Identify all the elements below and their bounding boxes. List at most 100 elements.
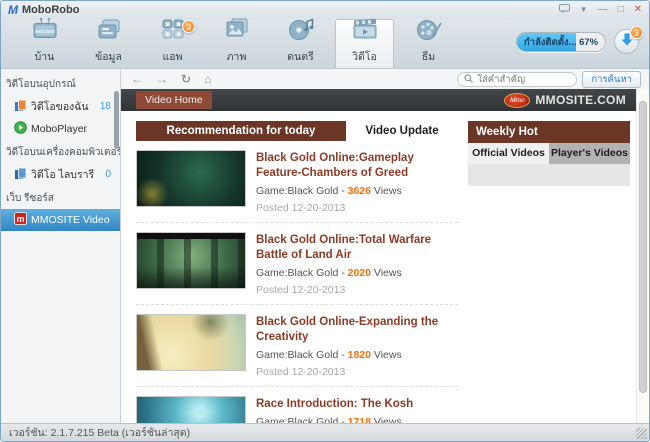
video-library-icon	[14, 167, 27, 183]
video-posted-date: Posted 12-20-2013	[256, 202, 346, 214]
video-home-tab[interactable]: Video Home	[136, 91, 212, 109]
nav-tab-music[interactable]: ดนตรี	[271, 16, 330, 68]
video-thumbnail[interactable]	[136, 150, 246, 207]
maximize-button[interactable]: □	[618, 5, 624, 15]
menu-dropdown-icon[interactable]: ▼	[580, 6, 588, 14]
toolbar-nav-icons: ← → ↻ ⌂	[131, 73, 211, 85]
video-title-link[interactable]: Black Gold Online:Gameplay Feature-Chamb…	[256, 151, 458, 181]
mmosite-logo-text: MMOSITE.COM	[535, 93, 626, 107]
home-icon[interactable]: ⌂	[204, 73, 211, 85]
data-cards-icon	[94, 16, 124, 47]
nav-tab-photos[interactable]: ภาพ	[207, 16, 266, 68]
video-thumbnail[interactable]	[136, 232, 246, 289]
content-area: ← → ↻ ⌂ การค้นหา Video	[121, 69, 649, 423]
page-scrollbar[interactable]	[636, 89, 649, 423]
weekly-hot-body	[468, 164, 630, 186]
video-views-count: 1718	[347, 416, 371, 423]
photos-icon	[222, 16, 252, 47]
nav-tab-home[interactable]: welcome บ้าน	[15, 16, 74, 68]
nav-tab-label: ข้อมูล	[95, 51, 122, 63]
video-title-link[interactable]: Black Gold Online:Total Warfare Battle o…	[256, 233, 458, 263]
weekly-hot-tabs: Official Videos Player's Videos	[468, 143, 630, 164]
video-list-item: Black Gold Online-Expanding the Creativi…	[136, 305, 458, 387]
sidebar-section-device-videos: วิดีโอบนอุปกรณ์	[6, 79, 76, 90]
sidebar-item-mmosite-video[interactable]: m MMOSITE Video	[1, 209, 120, 231]
music-disc-icon	[286, 16, 316, 47]
download-queue-button[interactable]: 3	[614, 26, 643, 54]
video-title-link[interactable]: Black Gold Online-Expanding the Creativi…	[256, 315, 458, 345]
page-body: Recommendation for today Video Update Bl…	[121, 111, 636, 423]
sidebar-item-label: วิดีโอ ไลบรารี	[31, 169, 95, 181]
video-posted-date: Posted 12-20-2013	[256, 284, 346, 296]
mmosite-logo[interactable]: Mmo MMOSITE.COM	[504, 92, 626, 108]
search-input[interactable]	[477, 73, 571, 85]
video-info: Black Gold Online:Total Warfare Battle o…	[256, 232, 458, 296]
weekly-hot-title: Weekly Hot	[468, 121, 630, 143]
weekly-hot-panel: Weekly Hot Official Videos Player's Vide…	[468, 121, 630, 423]
minimize-button[interactable]: —	[598, 5, 608, 15]
video-game-line: Game:Black Gold - 3626 Views	[256, 185, 402, 197]
sidebar-item-label: วิดีโอของฉัน	[31, 101, 89, 113]
forward-icon[interactable]: →	[156, 73, 168, 85]
refresh-icon[interactable]: ↻	[181, 73, 191, 85]
sidebar-item-count: 0	[105, 169, 111, 180]
device-videos-icon	[14, 99, 27, 115]
search-area: การค้นหา	[457, 70, 641, 88]
install-progress-bar[interactable]: กำลังติดตั้ง... 67%	[516, 31, 606, 52]
moboplayer-icon	[14, 121, 27, 137]
video-list-item: Black Gold Online:Total Warfare Battle o…	[136, 223, 458, 305]
main-area: วิดีโอบนอุปกรณ์ วิดีโอของฉัน 18 MoboPlay…	[1, 69, 649, 423]
install-progress-label: กำลังติดตั้ง... 67%	[523, 36, 599, 48]
site-header-bar: Video Home Mmo MMOSITE.COM	[121, 89, 636, 111]
statusbar: เวอร์ชัน: 2.1.7.215 Beta (เวอร์ชันล่าสุด…	[1, 423, 649, 441]
sidebar-section-web-resources: เว็บ รีซอร์ส	[6, 193, 54, 204]
sidebar-item-moboplayer[interactable]: MoboPlayer	[1, 118, 120, 140]
sidebar: วิดีโอบนอุปกรณ์ วิดีโอของฉัน 18 MoboPlay…	[1, 69, 121, 423]
mmosite-logo-icon: Mmo	[504, 92, 531, 108]
app-title: MoboRobo	[22, 4, 80, 16]
nav-tabs: welcome บ้าน ข้อมูล แอพ 3 ภาพ ดนตรี วิดี…	[15, 16, 458, 68]
theme-palette-icon	[414, 16, 444, 47]
nav-tab-video[interactable]: วิดีโอ	[335, 16, 394, 68]
navbar: welcome บ้าน ข้อมูล แอพ 3 ภาพ ดนตรี วิดี…	[1, 16, 649, 69]
sidebar-item-my-videos[interactable]: วิดีโอของฉัน 18	[1, 95, 120, 118]
download-badge: 3	[630, 26, 643, 39]
nav-tab-label: บ้าน	[34, 51, 55, 63]
video-info: Race Introduction: The Kosh Game:Black G…	[256, 396, 458, 423]
nav-tab-label: วิดีโอ	[352, 51, 377, 63]
video-views-count: 1820	[347, 349, 371, 361]
resize-grip[interactable]	[636, 428, 647, 439]
video-list-item: Black Gold Online:Gameplay Feature-Chamb…	[136, 141, 458, 223]
nav-tab-label: ภาพ	[226, 51, 247, 63]
search-button[interactable]: การค้นหา	[582, 70, 641, 88]
tab-players-videos[interactable]: Player's Videos	[549, 143, 630, 164]
version-text: เวอร์ชัน: 2.1.7.215 Beta (เวอร์ชันล่าสุด…	[9, 427, 191, 439]
apps-grid-icon	[158, 16, 188, 47]
close-button[interactable]: ✕	[634, 5, 642, 15]
feedback-icon[interactable]	[558, 3, 570, 17]
browser-toolbar: ← → ↻ ⌂ การค้นหา	[121, 69, 649, 89]
video-thumbnail[interactable]	[136, 396, 246, 423]
video-title-link[interactable]: Race Introduction: The Kosh	[256, 397, 458, 412]
video-game-line: Game:Black Gold - 2020 Views	[256, 267, 402, 279]
sidebar-scrollbar[interactable]	[114, 91, 119, 149]
svg-text:m: m	[16, 214, 24, 224]
search-icon	[464, 70, 474, 88]
tab-video-update[interactable]: Video Update	[346, 121, 458, 141]
tab-official-videos[interactable]: Official Videos	[468, 143, 549, 164]
page-scrollbar-thumb[interactable]	[639, 101, 647, 393]
video-clapper-icon	[350, 16, 380, 47]
video-info: Black Gold Online-Expanding the Creativi…	[256, 314, 458, 378]
nav-right: กำลังติดตั้ง... 67% 3	[516, 19, 643, 68]
sidebar-item-video-library[interactable]: วิดีโอ ไลบรารี 0	[1, 163, 120, 186]
video-info: Black Gold Online:Gameplay Feature-Chamb…	[256, 150, 458, 214]
nav-tab-data[interactable]: ข้อมูล	[79, 19, 138, 68]
tab-recommendation[interactable]: Recommendation for today	[136, 121, 346, 141]
nav-tab-apps[interactable]: แอพ 3	[143, 19, 202, 68]
mmosite-icon: m	[14, 212, 27, 228]
back-icon[interactable]: ←	[131, 73, 143, 85]
window-controls: ▼ — □ ✕	[558, 3, 642, 17]
video-thumbnail[interactable]	[136, 314, 246, 371]
home-welcome-icon: welcome	[30, 16, 60, 47]
nav-tab-theme[interactable]: ธีม	[399, 19, 458, 68]
